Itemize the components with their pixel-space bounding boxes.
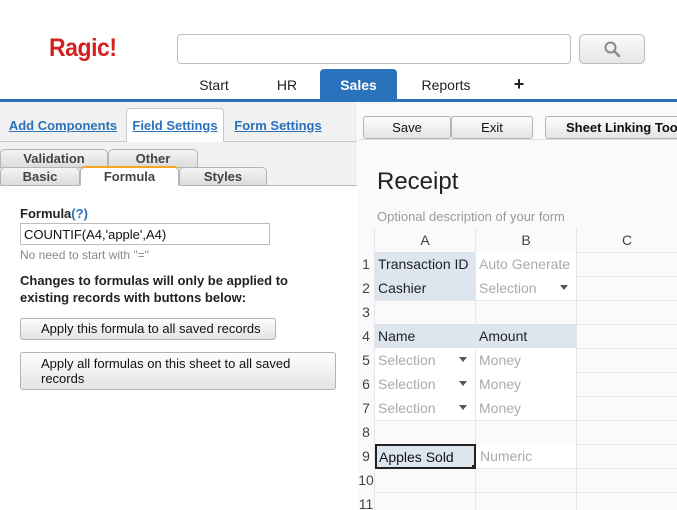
exit-button[interactable]: Exit [451, 116, 533, 139]
search-button[interactable] [579, 34, 645, 64]
column-header-a[interactable]: A [375, 228, 475, 252]
grid-line [374, 420, 677, 421]
field-amount[interactable]: Money [476, 396, 576, 420]
sheet-grid: A B C 1 2 3 4 5 6 7 8 9 10 11 Transactio… [358, 228, 677, 510]
subtab-formula[interactable]: Formula [80, 166, 179, 186]
tab-hr[interactable]: HR [254, 69, 320, 100]
row-number: 7 [362, 400, 370, 416]
formula-label: Formula(?) [20, 206, 88, 221]
column-header-b[interactable]: B [476, 228, 576, 252]
field-name-value: Selection [378, 400, 436, 416]
field-name[interactable]: Selection [375, 348, 475, 372]
field-name-value: Selection [378, 352, 436, 368]
row-number: 6 [362, 376, 370, 392]
field-settings-subtabs: Validation Other Basic Formula Styles [0, 142, 357, 186]
add-tab-button[interactable]: + [495, 69, 543, 100]
chevron-down-icon [459, 381, 467, 386]
subtab-basic[interactable]: Basic [0, 167, 80, 186]
tab-sales[interactable]: Sales [320, 69, 397, 100]
formula-input[interactable] [20, 223, 270, 245]
field-apples-sold[interactable]: Numeric [477, 444, 576, 468]
tab-start[interactable]: Start [174, 69, 254, 100]
design-panel-tabs: Add Components Field Settings Form Setti… [0, 102, 357, 143]
row-number: 1 [362, 256, 370, 272]
tab-add-components[interactable]: Add Components [4, 108, 122, 142]
apply-formula-button[interactable]: Apply this formula to all saved records [20, 318, 276, 340]
tab-field-settings[interactable]: Field Settings [126, 108, 224, 143]
search-input[interactable] [177, 34, 571, 64]
field-label-name[interactable]: Name [375, 324, 475, 348]
field-label-amount[interactable]: Amount [476, 324, 576, 348]
formula-settings: Formula(?) No need to start with "=" Cha… [0, 186, 357, 510]
chevron-down-icon [459, 357, 467, 362]
field-label-transaction-id[interactable]: Transaction ID [375, 252, 475, 276]
field-name[interactable]: Selection [375, 396, 475, 420]
field-amount[interactable]: Money [476, 372, 576, 396]
form-description[interactable]: Optional description of your form [377, 209, 565, 224]
design-panel: Add Components Field Settings Form Setti… [0, 102, 357, 510]
row-number: 9 [362, 448, 370, 464]
formula-help-link[interactable]: (?) [71, 206, 88, 221]
field-transaction-id[interactable]: Auto Generate [476, 252, 576, 276]
field-cashier-value: Selection [479, 280, 537, 296]
column-header-c[interactable]: C [577, 228, 677, 252]
field-label-apples-sold[interactable]: Apples Sold [375, 444, 476, 469]
tab-form-settings[interactable]: Form Settings [228, 108, 328, 142]
formula-apply-note: Changes to formulas will only be applied… [20, 273, 288, 305]
row-number: 11 [358, 496, 374, 510]
sheet-linking-tools-button[interactable]: Sheet Linking Tools [545, 116, 677, 139]
grid-line [374, 492, 677, 493]
row-number: 2 [362, 280, 370, 296]
field-label-cashier[interactable]: Cashier [375, 276, 475, 300]
chevron-down-icon [560, 285, 568, 290]
form-title[interactable]: Receipt [377, 168, 458, 196]
field-cashier[interactable]: Selection [476, 276, 576, 300]
search-icon [604, 41, 621, 58]
form-toolbar: Save Exit Sheet Linking Tools [358, 102, 677, 140]
main-tabs: Start HR Sales Reports + [174, 69, 543, 100]
subtab-styles[interactable]: Styles [179, 167, 267, 186]
row-number: 5 [362, 352, 370, 368]
chevron-down-icon [459, 405, 467, 410]
field-amount[interactable]: Money [476, 348, 576, 372]
field-name-value: Selection [378, 376, 436, 392]
formula-hint: No need to start with "=" [20, 248, 149, 262]
apply-all-formulas-button[interactable]: Apply all formulas on this sheet to all … [20, 352, 336, 390]
tab-reports[interactable]: Reports [397, 69, 495, 100]
form-design-area: Save Exit Sheet Linking Tools Receipt Op… [358, 102, 677, 510]
top-header: Ragic! Start HR Sales Reports + [0, 0, 677, 102]
save-button[interactable]: Save [363, 116, 451, 139]
row-number: 8 [362, 424, 370, 440]
field-name[interactable]: Selection [375, 372, 475, 396]
row-number: 3 [362, 304, 370, 320]
ragic-logo[interactable]: Ragic! [49, 34, 117, 63]
row-number: 10 [358, 472, 374, 488]
row-number: 4 [362, 328, 370, 344]
grid-line [374, 300, 677, 301]
formula-label-text: Formula [20, 206, 72, 221]
